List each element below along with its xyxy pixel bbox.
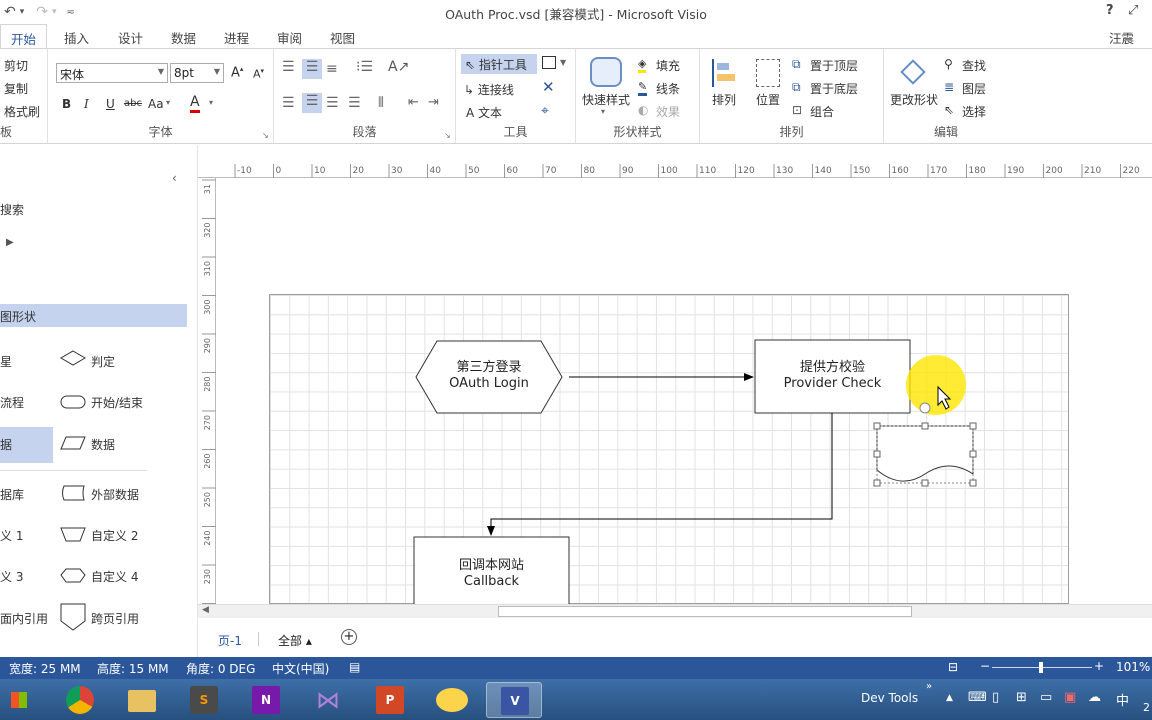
taskbar-chrome[interactable] <box>52 682 108 718</box>
taskbar-visio[interactable]: V <box>486 682 542 718</box>
zoom-level[interactable]: 101% <box>1116 660 1150 674</box>
page-tabs-bar: 页-1 全部 ▴ + <box>198 624 1152 654</box>
zoom-out-button[interactable]: − <box>980 659 990 673</box>
tray-show-hidden-icon[interactable]: ▲ <box>946 693 953 703</box>
taskbar-visual-studio[interactable]: ⋈ <box>300 682 356 718</box>
status-language[interactable]: 中文(中国) <box>272 660 329 677</box>
diagram-layer <box>413 339 977 604</box>
taskbar-explorer[interactable] <box>114 682 170 718</box>
ime-indicator[interactable]: 中 <box>1116 690 1129 709</box>
stencil-item[interactable]: 面内引用 <box>0 610 48 627</box>
add-page-button[interactable]: + <box>341 629 357 645</box>
tray-app-icon[interactable]: ⊞ <box>1016 690 1027 705</box>
dev-tools-toolbar[interactable]: Dev Tools <box>861 691 918 705</box>
tray-network-icon[interactable]: ⌨ <box>968 690 987 705</box>
macro-icon[interactable]: ▤ <box>349 660 360 674</box>
process-label-en: Provider Check <box>783 376 882 391</box>
chrome-icon <box>66 686 94 714</box>
start-button[interactable] <box>2 682 36 718</box>
toolbar-expand-icon[interactable]: » <box>926 681 932 692</box>
onenote-icon: N <box>252 686 280 714</box>
status-width[interactable]: 宽度: 25 MM <box>9 660 81 677</box>
tray-usb-icon[interactable]: ▯ <box>992 690 999 705</box>
powerpoint-icon: P <box>376 686 404 714</box>
scroll-thumb[interactable] <box>498 606 912 617</box>
tray-chat-icon[interactable]: ☁ <box>1088 690 1101 705</box>
page-tab-1[interactable]: 页-1 <box>218 632 242 649</box>
cursor-highlight <box>906 355 966 415</box>
windows-taskbar: S N ⋈ P V Dev Tools » ▲ ⌨ ▯ ⊞ ▭ ▣ ☁ 中 2 <box>0 679 1152 720</box>
process-label: 提供方校验 Provider Check <box>755 360 910 392</box>
zoom-slider-thumb[interactable] <box>1039 662 1043 673</box>
tray-alert-icon[interactable]: ▣ <box>1064 690 1076 705</box>
visual-studio-icon: ⋈ <box>316 686 340 714</box>
off-page-reference-icon <box>60 603 86 631</box>
status-bar: 宽度: 25 MM 高度: 15 MM 角度: 0 DEG 中文(中国) ▤ ⊟… <box>0 657 1152 679</box>
stencil-item-off-page[interactable]: 跨页引用 <box>91 610 139 627</box>
callback-label-cn: 回调本网站 <box>458 558 524 573</box>
windows-logo-icon <box>11 692 27 708</box>
taskbar-messenger[interactable] <box>424 682 480 718</box>
scroll-left-icon[interactable]: ◀ <box>202 605 209 615</box>
hexagon-label-en: OAuth Login <box>449 376 529 391</box>
chat-icon <box>436 688 468 712</box>
callback-label-en: Callback <box>463 574 520 589</box>
presentation-mode-icon[interactable]: ⊟ <box>948 660 958 674</box>
folder-icon <box>128 690 156 712</box>
taskbar-sublime[interactable]: S <box>176 682 232 718</box>
taskbar-powerpoint[interactable]: P <box>362 682 418 718</box>
zoom-in-button[interactable]: + <box>1094 659 1104 673</box>
tray-battery-icon[interactable]: ▭ <box>1040 690 1052 705</box>
clock[interactable]: 2 <box>1143 701 1150 714</box>
all-pages-button[interactable]: 全部 ▴ <box>278 632 312 649</box>
status-angle[interactable]: 角度: 0 DEG <box>186 660 255 677</box>
taskbar-onenote[interactable]: N <box>238 682 294 718</box>
status-height[interactable]: 高度: 15 MM <box>97 660 169 677</box>
callback-label: 回调本网站 Callback <box>414 558 569 590</box>
connector-arrow[interactable] <box>487 413 833 536</box>
rotation-handle[interactable] <box>919 402 931 414</box>
hexagon-label: 第三方登录 OAuth Login <box>416 360 562 392</box>
process-label-cn: 提供方校验 <box>799 360 865 375</box>
divider <box>258 632 259 646</box>
horizontal-scrollbar[interactable]: ◀ <box>198 604 1152 618</box>
visio-icon: V <box>501 687 529 715</box>
sublime-icon: S <box>190 686 218 714</box>
hexagon-label-cn: 第三方登录 <box>456 360 522 375</box>
document-shape[interactable] <box>876 425 974 482</box>
